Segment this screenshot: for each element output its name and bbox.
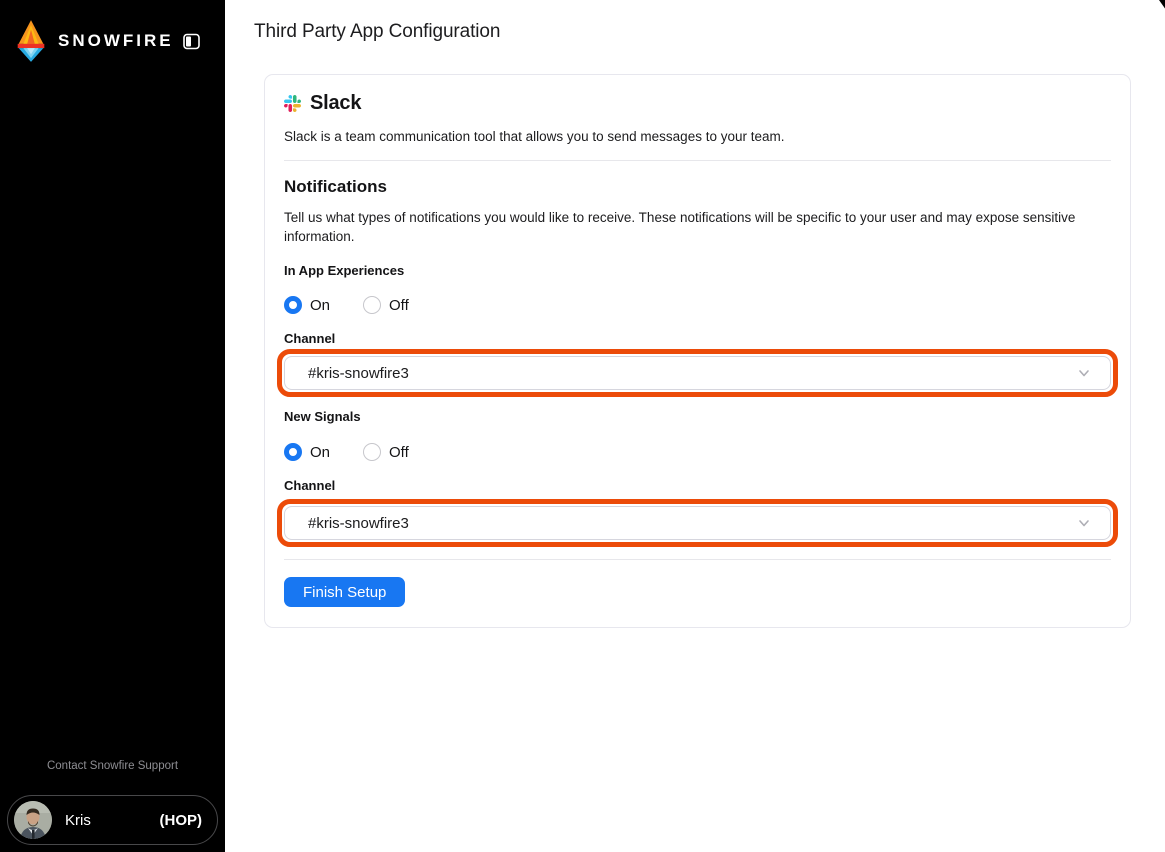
radio-on-label: On (310, 296, 331, 314)
sidebar: SNOWFIRE Contact Snowfire Support Kris (… (0, 0, 225, 852)
channel-select-wrap-2: #kris-snowfire3 (277, 499, 1118, 547)
radio-off-label: Off (389, 296, 409, 314)
divider (284, 559, 1111, 560)
radio-off-icon[interactable] (363, 443, 382, 461)
in-app-off-option[interactable]: Off (363, 296, 409, 314)
snowfire-logo-icon (17, 20, 45, 62)
divider (284, 160, 1111, 161)
brand-name: SNOWFIRE (58, 31, 174, 50)
chevron-down-icon (1077, 516, 1091, 530)
notifications-heading: Notifications (284, 177, 387, 196)
brand-home-link[interactable]: SNOWFIRE (0, 0, 225, 82)
channel-label-2: Channel (284, 478, 336, 493)
app-header: Slack (284, 92, 1111, 115)
finish-setup-button[interactable]: Finish Setup (284, 577, 406, 607)
app-name: Slack (310, 92, 362, 114)
in-app-on-option[interactable]: On (284, 296, 330, 314)
new-signals-off-option[interactable]: Off (363, 443, 409, 461)
chevron-down-icon (1077, 366, 1091, 380)
slack-icon (284, 95, 301, 112)
channel-select-new-signals[interactable]: #kris-snowfire3 (284, 506, 1111, 540)
sidebar-collapse-icon[interactable] (182, 33, 200, 50)
channel-select-value: #kris-snowfire3 (308, 514, 409, 532)
channel-select-value: #kris-snowfire3 (308, 364, 409, 382)
in-app-experiences-label: In App Experiences (284, 263, 405, 278)
notifications-description: Tell us what types of notifications you … (284, 210, 1076, 244)
radio-on-icon[interactable] (284, 443, 302, 461)
radio-off-icon[interactable] (363, 296, 382, 314)
in-app-experiences-radio-group: On Off (284, 296, 1111, 314)
page-title: Third Party App Configuration (254, 21, 501, 42)
app-window: SNOWFIRE Contact Snowfire Support Kris (… (0, 0, 1165, 852)
user-org-badge: (HOP) (159, 811, 203, 829)
sidebar-footer: Contact Snowfire Support Kris (HOP) (0, 760, 225, 852)
channel-select-in-app[interactable]: #kris-snowfire3 (284, 356, 1111, 390)
contact-support-link[interactable]: Contact Snowfire Support (0, 760, 225, 772)
channel-select-wrap-1: #kris-snowfire3 (277, 349, 1118, 397)
slack-config-card: Slack Slack is a team communication tool… (264, 74, 1131, 628)
avatar (14, 801, 52, 839)
new-signals-radio-group: On Off (284, 443, 1111, 461)
channel-label-1: Channel (284, 331, 336, 346)
user-menu[interactable]: Kris (HOP) (7, 795, 218, 845)
user-name: Kris (65, 811, 91, 829)
radio-on-icon[interactable] (284, 296, 302, 314)
new-signals-on-option[interactable]: On (284, 443, 330, 461)
radio-off-label: Off (389, 443, 409, 461)
main-content: Third Party App Configuration Slack Slac… (225, 0, 1165, 852)
app-description: Slack is a team communication tool that … (284, 129, 785, 144)
radio-on-label: On (310, 443, 331, 461)
new-signals-label: New Signals (284, 409, 361, 424)
